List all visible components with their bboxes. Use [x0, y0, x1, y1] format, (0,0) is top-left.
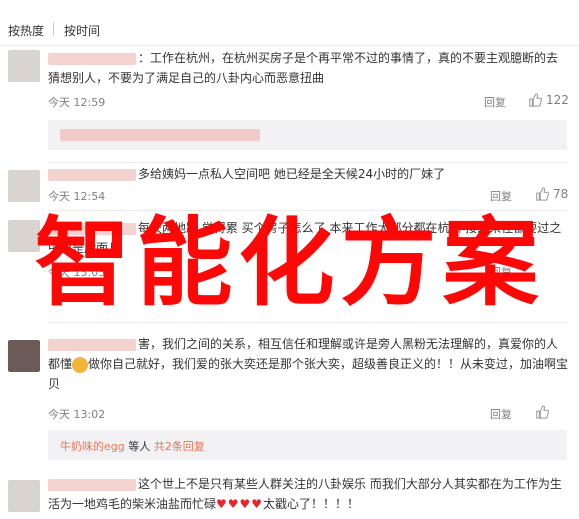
like-button[interactable]	[535, 405, 549, 419]
emoji-icon	[72, 356, 89, 373]
like-count: 78	[553, 187, 569, 201]
reply-preview-box	[48, 120, 567, 150]
more-replies-link[interactable]: 牛奶味的egg 等人 共2条回复	[60, 438, 205, 454]
comment-text: 多给姨妈一点私人空间吧 她已经是全天候24小时的厂妹了	[48, 164, 569, 184]
tab-time[interactable]: 按时间	[64, 22, 100, 39]
thumbs-up-icon	[529, 93, 542, 107]
username[interactable]	[48, 168, 136, 181]
username[interactable]	[48, 338, 136, 351]
watermark-overlay: 智能化方案	[34, 207, 545, 319]
like-button[interactable]: 122	[528, 93, 569, 107]
avatar[interactable]	[8, 340, 40, 372]
comment-divider	[48, 322, 569, 323]
avatar[interactable]	[8, 50, 40, 82]
comment-divider	[48, 162, 569, 163]
avatar[interactable]	[8, 480, 40, 512]
comment-time: 今天 12:54	[48, 190, 106, 203]
comment-text: 害，我们之间的关系，相互信任和理解或许是旁人黑粉无法理解的，真爱你的人都懂 做你自…	[48, 337, 569, 391]
like-button[interactable]: 78	[535, 187, 568, 201]
blurred-reply	[60, 129, 260, 141]
tab-hot[interactable]: 按热度	[8, 22, 44, 39]
sort-tabs: 按热度 按时间	[0, 0, 579, 46]
like-count: 122	[546, 93, 569, 107]
tabs-divider	[0, 45, 579, 46]
comment-text: 这个世上不是只有某些人群关注的八卦娱乐 而我们大部分人其实都在为工作为生活为一地…	[48, 477, 562, 511]
reply-preview-box: 牛奶味的egg 等人 共2条回复	[48, 430, 567, 460]
thumbs-up-icon	[536, 187, 549, 201]
reply-button[interactable]: 回复	[484, 94, 506, 110]
comment-time: 今天 12:59	[48, 96, 106, 109]
username[interactable]	[48, 478, 136, 491]
tab-separator	[53, 22, 54, 36]
comment-time: 今天 13:02	[48, 408, 106, 421]
username[interactable]	[48, 52, 136, 65]
avatar[interactable]	[8, 170, 40, 202]
reply-button[interactable]: 回复	[490, 406, 512, 422]
heart-icons: ♥♥♥♥	[216, 497, 264, 511]
thumbs-up-icon	[536, 405, 549, 419]
comment-text: ：工作在杭州，在杭州买房子是个再平常不过的事情了，真的不要主观臆断的去猜想别人，…	[48, 51, 559, 85]
reply-button[interactable]: 回复	[490, 188, 512, 204]
